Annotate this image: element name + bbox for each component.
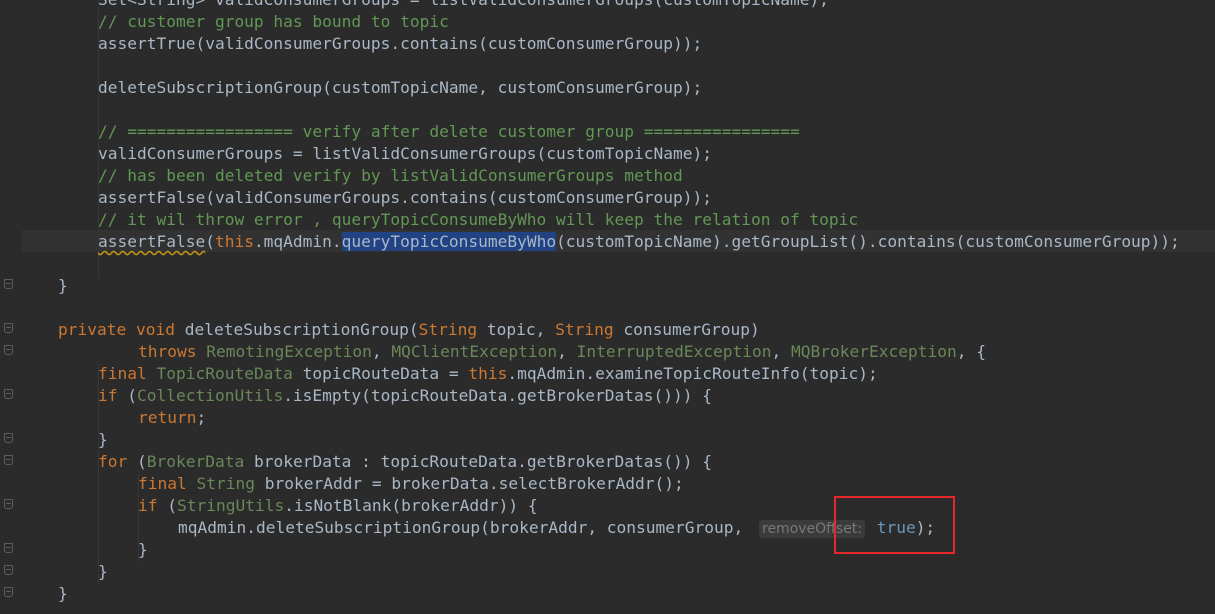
code-token: .isNotBlank(brokerAddr)) {	[284, 496, 538, 515]
code-token: assertFalse	[98, 232, 206, 251]
code-token: }	[138, 540, 148, 559]
code-editor[interactable]: Set<String> validConsumerGroups = listVa…	[0, 0, 1215, 614]
code-token: }	[98, 430, 108, 449]
code-token: }	[58, 276, 68, 295]
code-line[interactable]: // customer group has bound to topic	[98, 11, 449, 33]
code-line[interactable]: private void deleteSubscriptionGroup(Str…	[58, 319, 760, 341]
code-token: assertTrue(validConsumerGroups.contains(…	[98, 34, 703, 53]
fold-marker-icon[interactable]	[4, 433, 13, 443]
code-token: String	[196, 474, 255, 493]
code-token: CollectionUtils	[137, 386, 284, 405]
code-token: return	[138, 408, 197, 427]
code-line[interactable]: if (StringUtils.isNotBlank(brokerAddr)) …	[138, 495, 538, 517]
code-line[interactable]: // ================= verify after delete…	[98, 121, 800, 143]
code-token: (	[127, 386, 137, 405]
code-line[interactable]: assertTrue(validConsumerGroups.contains(…	[98, 33, 702, 55]
code-token: assertFalse(validConsumerGroups.contains…	[98, 188, 712, 207]
fold-marker-icon[interactable]	[4, 345, 13, 355]
code-token: MQBrokerException	[791, 342, 957, 361]
code-token: mqAdmin.deleteSubscriptionGroup(brokerAd…	[178, 518, 753, 537]
code-token: final	[138, 474, 187, 493]
code-line[interactable]: validConsumerGroups = listValidConsumerG…	[98, 143, 712, 165]
code-token: (	[137, 452, 147, 471]
code-token: .isEmpty(topicRouteData.getBrokerDatas()…	[283, 386, 712, 405]
code-token: // ================= verify after delete…	[98, 122, 800, 141]
code-token: .mqAdmin.	[253, 232, 342, 251]
code-token: for	[98, 452, 128, 471]
code-token: deleteSubscriptionGroup(customTopicName,…	[98, 78, 703, 97]
code-token: // has been deleted verify by listValidC…	[98, 166, 683, 185]
code-line[interactable]: final TopicRouteData topicRouteData = th…	[98, 363, 878, 385]
code-line[interactable]: assertFalse(this.mqAdmin.queryTopicConsu…	[98, 231, 1180, 253]
fold-marker-icon[interactable]	[4, 455, 13, 465]
code-line[interactable]: Set<String> validConsumerGroups = listVa…	[98, 0, 829, 11]
code-token: if	[138, 496, 158, 515]
code-token: if	[98, 386, 118, 405]
fold-marker-icon[interactable]	[4, 279, 13, 289]
code-token: void	[135, 320, 175, 339]
editor-gutter	[0, 0, 22, 614]
code-line[interactable]: }	[58, 275, 68, 297]
code-line[interactable]: return;	[138, 407, 206, 429]
code-token: // customer group has bound to topic	[98, 12, 449, 31]
code-line[interactable]: }	[58, 583, 68, 605]
code-token: TopicRouteData	[156, 364, 293, 383]
fold-marker-icon[interactable]	[4, 323, 13, 333]
code-token: topicRouteData =	[302, 364, 469, 383]
code-token: queryTopicConsumeByWho	[341, 232, 557, 251]
code-token: String	[418, 320, 478, 339]
code-token: brokerAddr = brokerData.selectBrokerAddr…	[264, 474, 684, 493]
code-token: topic,	[486, 320, 546, 339]
code-token: ;	[196, 408, 207, 427]
code-token: (	[205, 232, 215, 251]
fold-marker-icon[interactable]	[4, 389, 13, 399]
code-token: this	[468, 364, 508, 383]
code-token: StringUtils	[177, 496, 285, 515]
code-line[interactable]: deleteSubscriptionGroup(customTopicName,…	[98, 77, 702, 99]
code-token: InterruptedException	[576, 342, 772, 361]
code-token: {	[976, 342, 986, 361]
fold-marker-icon[interactable]	[4, 565, 13, 575]
code-line[interactable]: }	[98, 561, 108, 583]
code-token: MQClientException	[391, 342, 558, 361]
fold-marker-icon[interactable]	[4, 499, 13, 509]
fold-marker-icon[interactable]	[4, 543, 13, 553]
code-token: BrokerData	[146, 452, 245, 471]
code-token: brokerData : topicRouteData.getBrokerDat…	[253, 452, 713, 471]
annotation-highlight-box	[834, 496, 955, 554]
code-line[interactable]: if (CollectionUtils.isEmpty(topicRouteDa…	[98, 385, 712, 407]
code-line[interactable]: }	[98, 429, 108, 451]
code-token: .mqAdmin.examineTopicRouteInfo(topic);	[507, 364, 878, 383]
code-token: private	[58, 320, 127, 339]
code-token: (customTopicName).getGroupList().contain…	[556, 232, 1180, 251]
fold-marker-icon[interactable]	[4, 587, 13, 597]
code-line[interactable]: // has been deleted verify by listValidC…	[98, 165, 683, 187]
code-line[interactable]: mqAdmin.deleteSubscriptionGroup(brokerAd…	[178, 517, 935, 539]
code-line[interactable]: for (BrokerData brokerData : topicRouteD…	[98, 451, 712, 473]
code-token: RemotingException	[206, 342, 372, 361]
code-line[interactable]: throws RemotingException, MQClientExcept…	[138, 341, 986, 363]
code-line[interactable]: final String brokerAddr = brokerData.sel…	[138, 473, 684, 495]
code-token: }	[58, 584, 68, 603]
code-token: Set<String> validConsumerGroups = listVa…	[98, 0, 829, 9]
code-token: }	[98, 562, 108, 581]
code-token: consumerGroup)	[623, 320, 760, 339]
code-token: // it wil throw error , queryTopicConsum…	[98, 210, 859, 229]
code-token: this	[214, 232, 254, 251]
code-token: throws	[138, 342, 197, 361]
code-line[interactable]: assertFalse(validConsumerGroups.contains…	[98, 187, 712, 209]
code-line[interactable]: }	[138, 539, 148, 561]
code-token: deleteSubscriptionGroup(	[184, 320, 419, 339]
code-token: String	[555, 320, 614, 339]
code-token: (	[167, 496, 177, 515]
code-token: final	[98, 364, 147, 383]
code-line[interactable]: // it wil throw error , queryTopicConsum…	[98, 209, 858, 231]
code-token: validConsumerGroups = listValidConsumerG…	[98, 144, 712, 163]
